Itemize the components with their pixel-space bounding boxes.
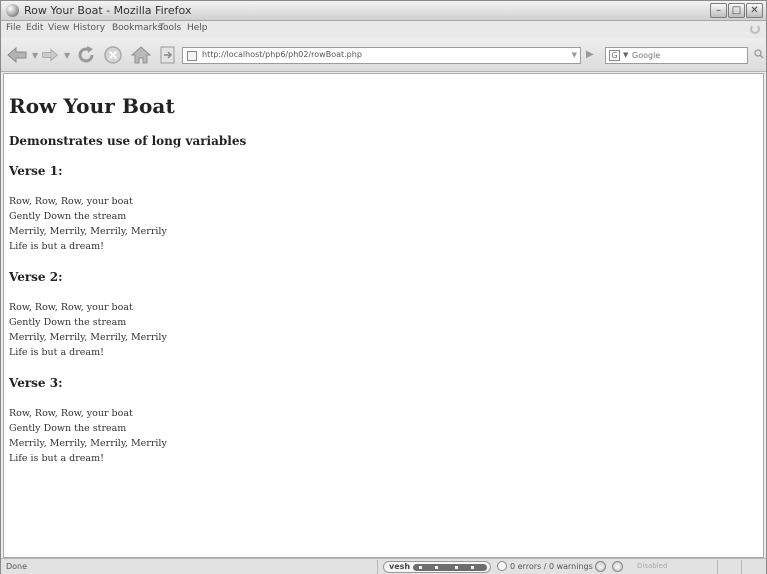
url-text[interactable]: http://localhost/php6/ph02/rowBoat.php: [202, 50, 362, 59]
reload-button[interactable]: [75, 44, 97, 66]
url-dropdown-icon[interactable]: ▼: [572, 51, 577, 59]
url-bar[interactable]: http://localhost/php6/ph02/rowBoat.php ▼: [182, 47, 581, 64]
vesh-marker: [419, 566, 422, 569]
validator-icon: [497, 561, 507, 571]
page-content: Row Your Boat Demonstrates use of long v…: [3, 73, 764, 558]
close-button[interactable]: ✕: [746, 3, 763, 18]
home-button[interactable]: [130, 44, 152, 66]
navigation-toolbar: ▼ ▼ http://localhost/php6/ph02/rowBoat.p…: [1, 38, 766, 72]
vesh-marker: [435, 566, 438, 569]
forward-history-icon[interactable]: ▼: [64, 51, 70, 60]
page-subheading: Demonstrates use of long variables: [9, 134, 247, 148]
verse-text: Row, Row, Row, your boat Gently Down the…: [9, 194, 246, 254]
go-button[interactable]: ▶: [586, 49, 598, 61]
menu-history[interactable]: History: [73, 23, 105, 33]
vesh-track[interactable]: [413, 564, 487, 571]
vesh-widget[interactable]: vesh: [383, 561, 491, 573]
error-count: 0 errors / 0 warnings: [510, 561, 593, 571]
close-icon: ✕: [750, 4, 759, 16]
verse-text: Row, Row, Row, your boat Gently Down the…: [9, 300, 246, 360]
verse-line: Row, Row, Row, your boat: [9, 196, 133, 207]
search-input[interactable]: [632, 49, 744, 62]
menu-edit[interactable]: Edit: [26, 23, 43, 33]
title-bar: Row Your Boat - Mozilla Firefox – □ ✕: [1, 1, 766, 21]
back-button[interactable]: [6, 47, 28, 63]
status-bar: Done vesh 0 errors / 0 warnings Disabled: [1, 558, 766, 574]
status-text: Done: [6, 562, 28, 571]
verse-line: Row, Row, Row, your boat: [9, 302, 133, 313]
menu-file[interactable]: File: [6, 23, 21, 33]
back-history-icon[interactable]: ▼: [32, 51, 38, 60]
search-bar[interactable]: G ▼: [605, 47, 748, 64]
minimize-icon: –: [716, 4, 721, 16]
menu-bar: File Edit View History Bookmarks Tools H…: [1, 21, 766, 38]
vesh-marker: [471, 566, 474, 569]
throbber-icon: [750, 24, 760, 34]
verse-line: Row, Row, Row, your boat: [9, 408, 133, 419]
verse-line: Life is but a dream!: [9, 241, 104, 252]
verse-text: Row, Row, Row, your boat Gently Down the…: [9, 406, 246, 466]
new-tab-icon[interactable]: [159, 45, 177, 65]
status-divider: [717, 560, 718, 574]
page-icon: [187, 51, 197, 61]
verse-line: Gently Down the stream: [9, 423, 127, 434]
verse-title: Verse 3:: [9, 376, 63, 390]
menu-view[interactable]: View: [48, 23, 69, 33]
browser-window: Row Your Boat - Mozilla Firefox – □ ✕ Fi…: [0, 0, 767, 574]
forward-button[interactable]: [41, 47, 59, 63]
verse-title: Verse 2:: [9, 270, 63, 284]
verse-line: Merrily, Merrily, Merrily, Merrily: [9, 438, 167, 449]
verse-line: Gently Down the stream: [9, 211, 127, 222]
status-divider: [741, 560, 742, 574]
verse-title: Verse 1:: [9, 164, 63, 178]
extension-icon[interactable]: [595, 561, 606, 572]
status-divider: [377, 560, 378, 574]
document-body: Row Your Boat Demonstrates use of long v…: [9, 74, 246, 466]
verse-line: Life is but a dream!: [9, 347, 104, 358]
firefox-icon: [6, 4, 19, 17]
vesh-marker: [455, 566, 458, 569]
maximize-icon: □: [731, 4, 742, 16]
verse-line: Merrily, Merrily, Merrily, Merrily: [9, 332, 167, 343]
menu-help[interactable]: Help: [187, 23, 208, 33]
vesh-label: vesh: [389, 562, 411, 571]
search-engine-dropdown-icon[interactable]: ▼: [623, 51, 628, 59]
verse-line: Life is but a dream!: [9, 453, 104, 464]
search-icon[interactable]: [754, 49, 764, 59]
menu-bookmarks[interactable]: Bookmarks: [112, 23, 162, 33]
menu-tools[interactable]: Tools: [159, 23, 181, 33]
window-controls: – □ ✕: [710, 3, 763, 19]
settings-icon[interactable]: [612, 561, 623, 572]
verse-line: Gently Down the stream: [9, 317, 127, 328]
window-title: Row Your Boat - Mozilla Firefox: [24, 4, 192, 17]
minimize-button[interactable]: –: [710, 3, 727, 18]
page-heading: Row Your Boat: [9, 94, 175, 118]
disabled-label: Disabled: [637, 562, 668, 570]
error-console[interactable]: 0 errors / 0 warnings: [497, 561, 593, 571]
stop-button[interactable]: [103, 45, 123, 65]
google-icon[interactable]: G: [609, 50, 620, 61]
verse-line: Merrily, Merrily, Merrily, Merrily: [9, 226, 167, 237]
maximize-button[interactable]: □: [728, 3, 745, 18]
